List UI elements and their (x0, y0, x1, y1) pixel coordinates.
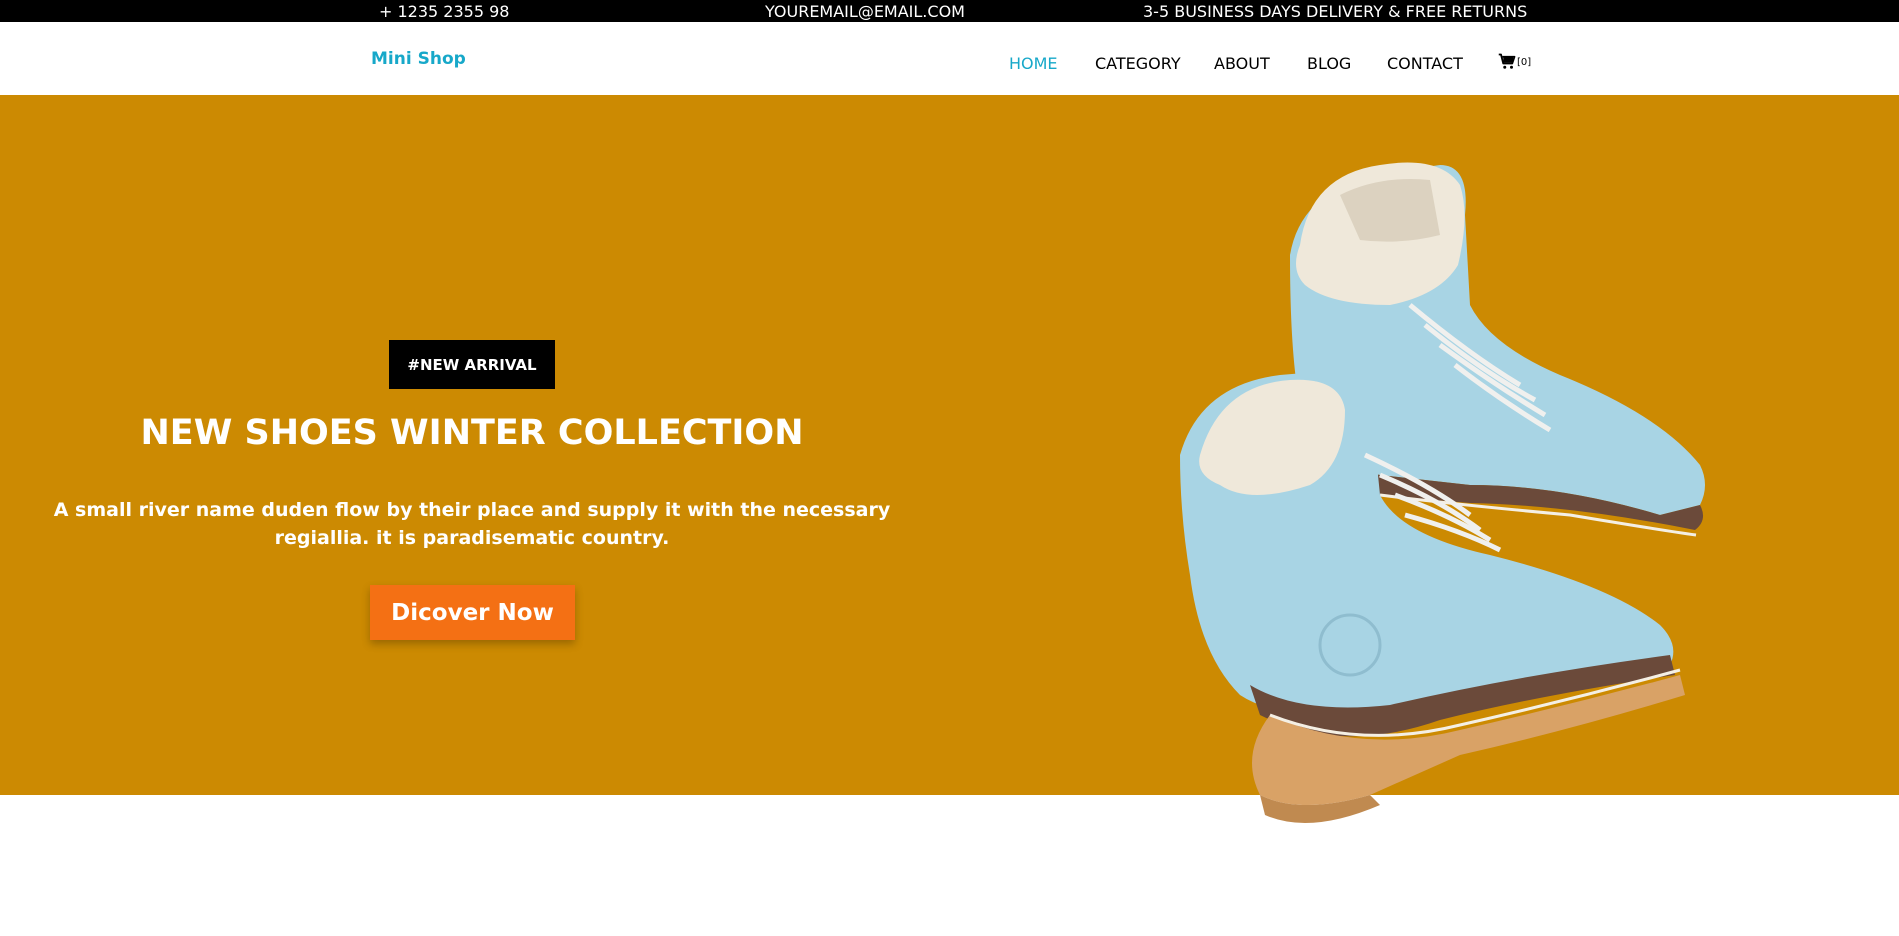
hero-title: NEW SHOES WINTER COLLECTION (140, 413, 804, 453)
winter-boots-image (1180, 162, 1705, 823)
cart-icon (1498, 53, 1516, 69)
top-bar: + 1235 2355 98 YOUREMAIL@EMAIL.COM 3-5 B… (0, 0, 1899, 22)
phone-number: + 1235 2355 98 (379, 2, 510, 21)
contact-email[interactable]: YOUREMAIL@EMAIL.COM (765, 2, 965, 21)
hero-description: A small river name duden flow by their p… (53, 499, 891, 549)
site-logo[interactable]: Mini Shop (371, 49, 466, 69)
nav-blog[interactable]: BLOG (1307, 54, 1351, 73)
nav-home[interactable]: HOME (1009, 54, 1058, 73)
new-arrival-badge: #NEW ARRIVAL (389, 340, 555, 389)
nav-category[interactable]: CATEGORY (1095, 54, 1181, 73)
cart-count: [0] (1517, 56, 1532, 68)
nav-contact[interactable]: CONTACT (1387, 54, 1463, 73)
navbar: Mini Shop HOME CATEGORY ABOUT BLOG CONTA… (0, 22, 1899, 95)
cart-button[interactable]: [0] (1498, 53, 1531, 71)
discover-now-button[interactable]: Dicover Now (370, 585, 575, 640)
delivery-info: 3-5 BUSINESS DAYS DELIVERY & FREE RETURN… (1143, 2, 1528, 21)
nav-about[interactable]: ABOUT (1214, 54, 1270, 73)
